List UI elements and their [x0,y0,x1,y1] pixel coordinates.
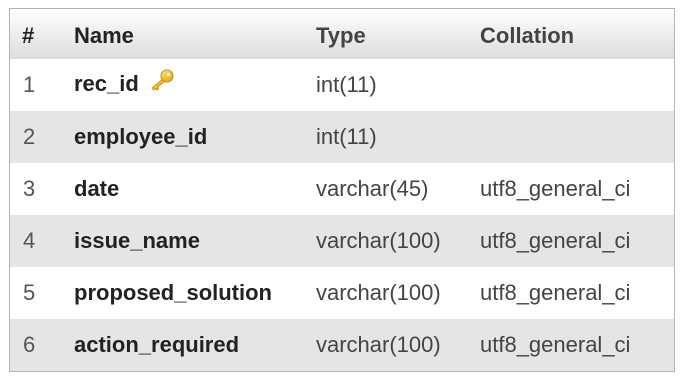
header-num: # [22,23,35,48]
column-type: varchar(100) [316,228,441,253]
column-name: issue_name [74,228,200,253]
column-type: varchar(100) [316,280,441,305]
table-row[interactable]: 3 date varchar(45) utf8_general_ci [10,163,674,215]
row-num: 4 [23,228,36,253]
column-name: rec_id [74,70,139,96]
row-num: 6 [23,332,36,357]
table-row[interactable]: 2 employee_id int(11) [10,111,674,163]
column-collation: utf8_general_ci [480,176,631,201]
column-name: proposed_solution [74,280,272,305]
row-name-cell: rec_id [60,59,310,111]
table-row[interactable]: 5 proposed_solution varchar(100) utf8_ge… [10,267,674,319]
column-collation: utf8_general_ci [480,332,631,357]
column-type: int(11) [316,72,377,97]
column-collation: utf8_general_ci [480,280,631,305]
column-type: int(11) [316,124,377,149]
table-structure-panel: # Name Type Collation 1 rec_id int(11) 2… [9,8,675,372]
column-type: varchar(45) [316,176,429,201]
row-num: 3 [23,176,36,201]
table-row[interactable]: 6 action_required varchar(100) utf8_gene… [10,319,674,371]
table-header-row: # Name Type Collation [10,9,674,59]
column-collation [478,59,674,111]
header-collation[interactable]: Collation [478,9,674,59]
key-icon [149,69,175,97]
column-collation: utf8_general_ci [480,228,631,253]
columns-table: # Name Type Collation 1 rec_id int(11) 2… [10,9,674,371]
table-row[interactable]: 4 issue_name varchar(100) utf8_general_c… [10,215,674,267]
column-name: date [74,176,120,201]
header-type[interactable]: Type [310,9,478,59]
row-num: 5 [23,280,36,305]
column-name: action_required [74,332,240,357]
column-name: employee_id [74,124,208,149]
header-name[interactable]: Name [60,9,310,59]
column-collation [478,111,674,163]
table-row[interactable]: 1 rec_id int(11) [10,59,674,111]
row-num: 2 [23,124,36,149]
row-num: 1 [23,72,36,97]
column-type: varchar(100) [316,332,441,357]
